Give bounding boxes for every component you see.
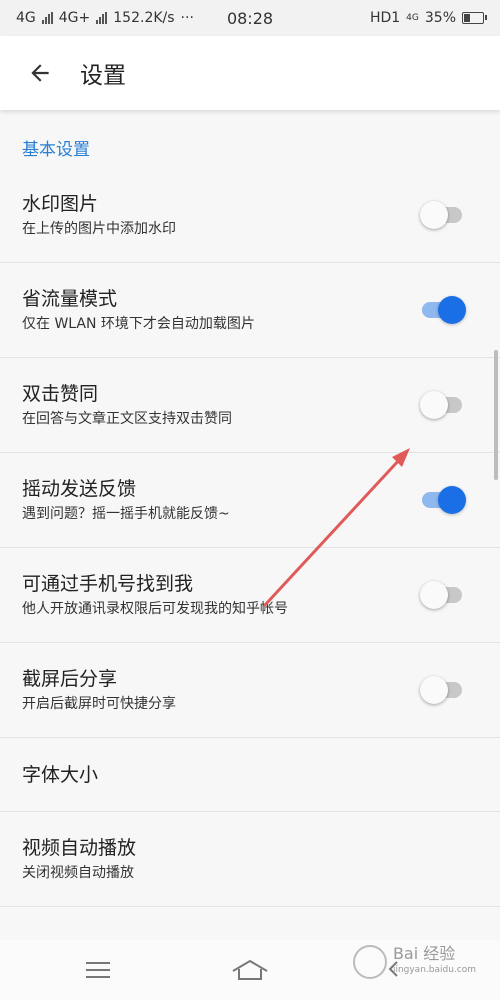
toggle-find-by-phone[interactable]	[420, 581, 462, 609]
toggle-knob	[420, 581, 448, 609]
setting-title: 视频自动播放	[22, 837, 137, 859]
toggle-watermark[interactable]	[420, 201, 462, 229]
setting-title: 字体大小	[22, 763, 99, 786]
toggle-data-saver[interactable]	[422, 296, 466, 324]
signal-icon-2	[96, 12, 108, 24]
watermark-site: jingyan.baidu.com	[392, 965, 476, 975]
setting-row-font-size[interactable]: 字体大小	[0, 738, 500, 812]
setting-row-find-by-phone[interactable]: 可通过手机号找到我 他人开放通讯录权限后可发现我的知乎帐号	[0, 548, 500, 643]
setting-title: 水印图片	[22, 193, 99, 215]
setting-title: 截屏后分享	[22, 668, 118, 690]
network-label-1: 4G	[16, 10, 36, 26]
setting-subtitle: 在上传的图片中添加水印	[22, 221, 176, 237]
toggle-knob	[438, 486, 466, 514]
setting-title: 摇动发送反馈	[22, 478, 137, 500]
home-button[interactable]	[225, 952, 275, 988]
signal-icon	[41, 12, 53, 24]
baidu-watermark: Bai 经验 jingyan.baidu.com	[352, 945, 476, 979]
watermark-brand: Bai 经验	[392, 944, 456, 963]
battery-fill	[464, 14, 470, 22]
status-bar: 4G 4G+ 152.2K/s ··· 08:28 HD1 4G 35%	[0, 0, 500, 36]
setting-row-data-saver[interactable]: 省流量模式 仅在 WLAN 环境下才会自动加载图片	[0, 263, 500, 358]
setting-subtitle: 在回答与文章正文区支持双击赞同	[22, 411, 232, 427]
toggle-double-tap-upvote[interactable]	[420, 391, 462, 419]
toggle-knob	[420, 201, 448, 229]
setting-subtitle: 遇到问题？摇一摇手机就能反馈~	[22, 506, 230, 522]
battery-icon	[462, 12, 487, 24]
setting-subtitle: 仅在 WLAN 环境下才会自动加载图片	[22, 316, 255, 332]
setting-subtitle: 开启后截屏时可快捷分享	[22, 696, 176, 712]
setting-row-shake-feedback[interactable]: 摇动发送反馈 遇到问题？摇一摇手机就能反馈~	[0, 453, 500, 548]
setting-row-video-autoplay[interactable]: 视频自动播放 关闭视频自动播放	[0, 812, 500, 907]
settings-list: 基本设置 水印图片 在上传的图片中添加水印 省流量模式 仅在 WLAN 环境下才…	[0, 110, 500, 940]
status-left: 4G 4G+ 152.2K/s ···	[16, 10, 194, 26]
page-title: 设置	[80, 63, 126, 89]
toggle-knob	[420, 676, 448, 704]
app-bar: 设置	[0, 36, 500, 110]
section-header: 基本设置	[22, 140, 90, 160]
toggle-shake-feedback[interactable]	[422, 486, 466, 514]
toggle-screenshot-share[interactable]	[420, 676, 462, 704]
network-label-2: 4G+	[58, 10, 91, 26]
network-speed: 152.2K/s	[113, 10, 175, 26]
scrollbar[interactable]	[494, 350, 498, 480]
setting-subtitle: 关闭视频自动播放	[22, 865, 134, 881]
status-right: HD1 4G 35%	[369, 10, 487, 26]
watermark-text: Bai 经验 jingyan.baidu.com	[393, 946, 476, 978]
setting-subtitle: 他人开放通讯录权限后可发现我的知乎帐号	[22, 601, 288, 617]
menu-button[interactable]	[73, 952, 123, 988]
setting-row-screenshot-share[interactable]: 截屏后分享 开启后截屏时可快捷分享	[0, 643, 500, 738]
paw-icon	[352, 945, 387, 979]
arrow-left-icon	[31, 64, 49, 82]
setting-title: 可通过手机号找到我	[22, 573, 194, 595]
more-notifications: ···	[180, 10, 194, 26]
toggle-knob	[438, 296, 466, 324]
home-icon	[232, 959, 268, 980]
menu-icon	[86, 962, 110, 978]
setting-title: 双击赞同	[22, 383, 99, 405]
setting-row-double-tap-upvote[interactable]: 双击赞同 在回答与文章正文区支持双击赞同	[0, 358, 500, 453]
battery-percent: 35%	[424, 10, 456, 26]
setting-title: 省流量模式	[22, 288, 118, 310]
back-button[interactable]	[0, 36, 80, 110]
network-small-label: 4G	[406, 13, 419, 23]
setting-row-watermark[interactable]: 水印图片 在上传的图片中添加水印	[0, 168, 500, 263]
hd-label: HD1	[369, 10, 401, 26]
toggle-knob	[420, 391, 448, 419]
